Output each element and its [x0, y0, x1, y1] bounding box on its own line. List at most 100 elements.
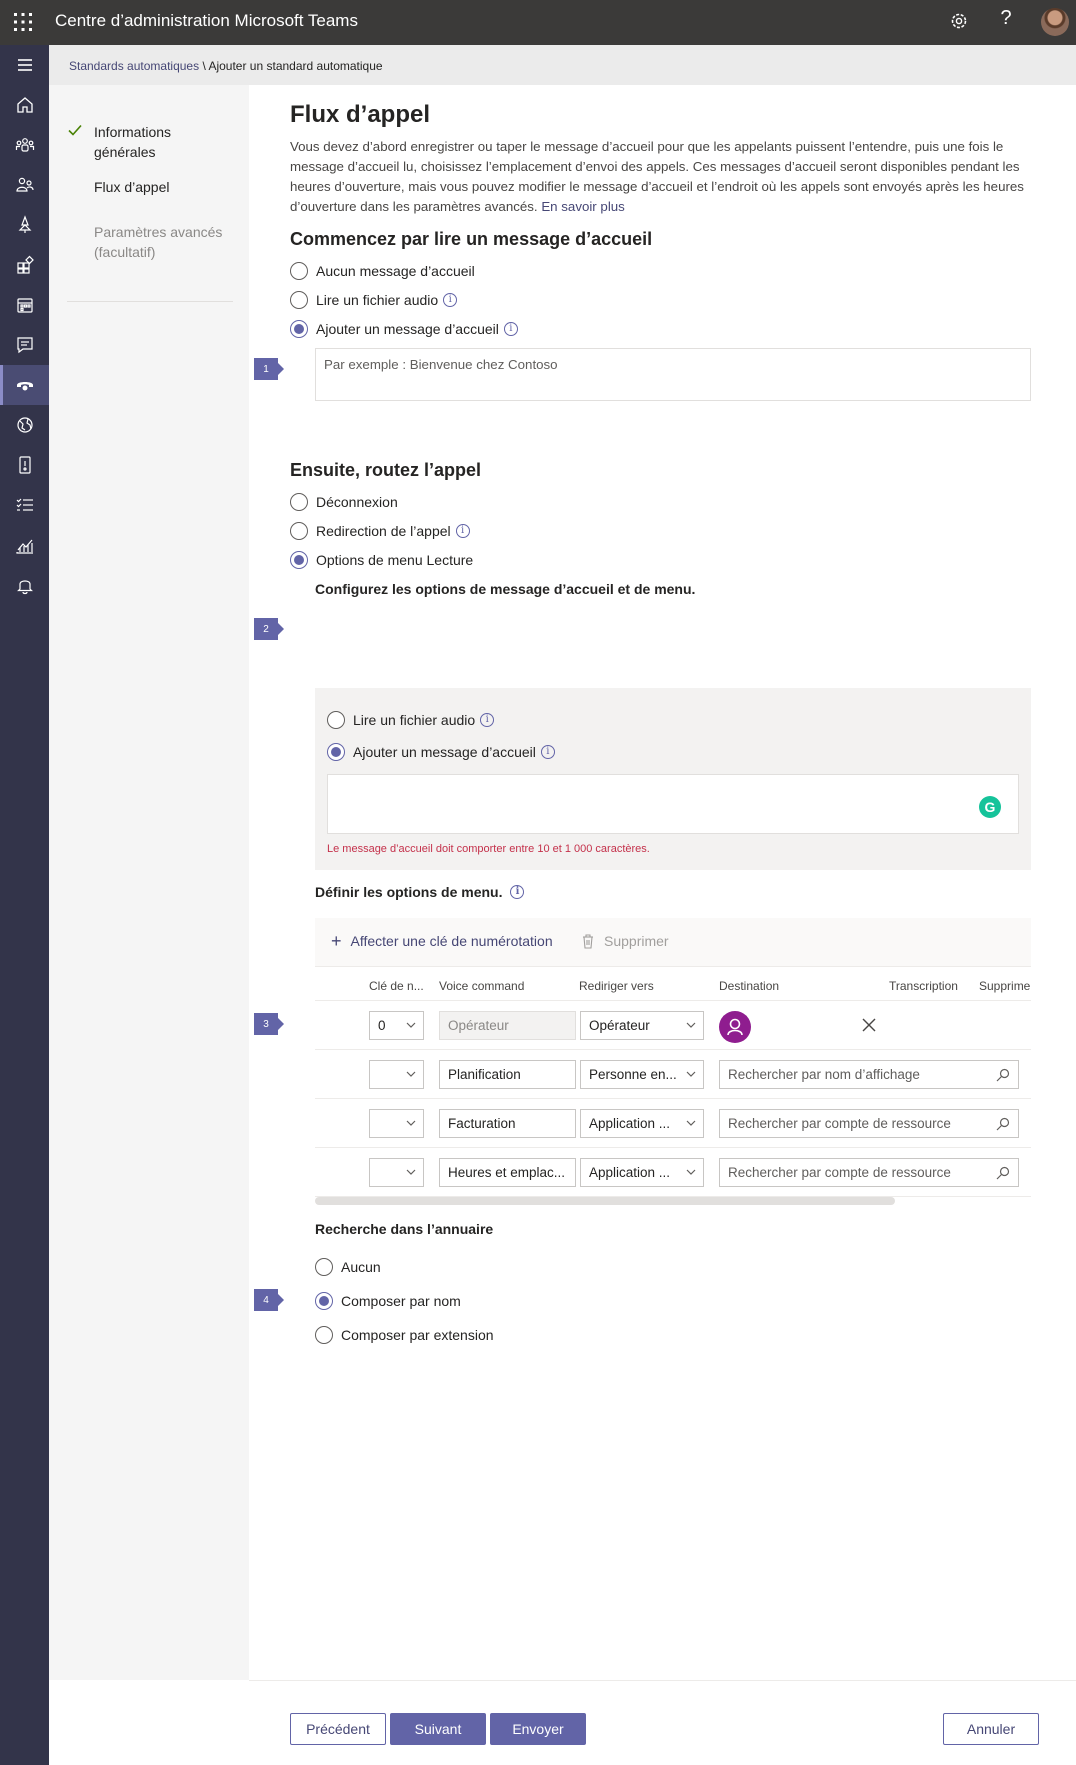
- radio-directory-none[interactable]: Aucun: [315, 1258, 381, 1276]
- meetings-icon[interactable]: [0, 285, 49, 325]
- destination-search-input[interactable]: Rechercher par compte de ressource: [719, 1109, 1019, 1138]
- info-icon[interactable]: i: [480, 713, 495, 727]
- radio-label: Options de menu Lecture: [316, 552, 474, 568]
- info-icon[interactable]: i: [510, 885, 525, 899]
- radio-menu-add-greeting[interactable]: Ajouter un message d’accueil i: [327, 743, 555, 761]
- analytics-icon[interactable]: [0, 525, 49, 565]
- step-general-info[interactable]: Informations générales: [94, 122, 234, 162]
- locations-icon[interactable]: [0, 405, 49, 445]
- radio-button[interactable]: [290, 551, 308, 569]
- deployment-icon[interactable]: [0, 205, 49, 245]
- destination-search-input[interactable]: Rechercher par nom d’affichage: [719, 1060, 1019, 1089]
- dial-key-dropdown[interactable]: 0: [369, 1011, 424, 1040]
- radio-play-audio[interactable]: Lire un fichier audio i: [290, 291, 458, 309]
- app-title: Centre d’administration Microsoft Teams: [55, 11, 358, 30]
- radio-dial-by-name[interactable]: Composer par nom: [315, 1292, 461, 1310]
- voice-command-input[interactable]: Opérateur: [439, 1011, 576, 1040]
- menu-icon[interactable]: [0, 45, 49, 85]
- radio-disconnect[interactable]: Déconnexion: [290, 493, 398, 511]
- redirect-to-dropdown[interactable]: Personne en...: [580, 1060, 704, 1089]
- menu-options-title: Définir les options de menu. i: [315, 884, 525, 900]
- menu-option-row: Facturation Application ... Rechercher p…: [315, 1099, 1031, 1148]
- info-icon[interactable]: i: [540, 745, 555, 759]
- teams-icon[interactable]: [0, 125, 49, 165]
- step-call-flow[interactable]: Flux d’appel: [94, 177, 234, 197]
- radio-menu-play-audio[interactable]: Lire un fichier audio i: [327, 711, 495, 729]
- learn-more-link[interactable]: En savoir plus: [541, 199, 625, 214]
- add-icon: +: [331, 931, 342, 951]
- column-voice-command[interactable]: Voice command: [439, 979, 524, 993]
- breadcrumb-link-standards[interactable]: Standards automatiques: [69, 59, 199, 73]
- radio-button[interactable]: [290, 493, 308, 511]
- radio-button[interactable]: [315, 1292, 333, 1310]
- step-marker-3: 3: [254, 1013, 284, 1035]
- chevron-down-icon: [406, 1071, 416, 1077]
- info-icon[interactable]: i: [455, 524, 470, 538]
- info-icon[interactable]: i: [443, 293, 458, 307]
- radio-button[interactable]: [290, 291, 308, 309]
- step-advanced-settings[interactable]: Paramètres avancés (facultatif): [94, 222, 234, 262]
- settings-gear-icon[interactable]: [948, 10, 970, 32]
- radio-play-menu-options[interactable]: Options de menu Lecture: [290, 551, 473, 569]
- breadcrumb: Standards automatiques \ Ajouter un stan…: [69, 59, 383, 73]
- voice-command-input[interactable]: Planification: [439, 1060, 576, 1089]
- dial-key-dropdown[interactable]: [369, 1109, 424, 1138]
- column-transcription[interactable]: Transcription: [889, 979, 958, 993]
- users-icon[interactable]: [0, 165, 49, 205]
- radio-no-greeting[interactable]: Aucun message d’accueil: [290, 262, 475, 280]
- radio-dial-by-extension[interactable]: Composer par extension: [315, 1326, 494, 1344]
- directory-search-title: Recherche dans l’annuaire: [315, 1221, 494, 1237]
- radio-button[interactable]: [290, 320, 308, 338]
- grammarly-icon[interactable]: G: [979, 796, 1001, 818]
- column-dial-key[interactable]: Clé de n...: [369, 979, 424, 993]
- policy-packages-icon[interactable]: [0, 445, 49, 485]
- horizontal-scrollbar[interactable]: [315, 1197, 895, 1205]
- dial-key-dropdown[interactable]: [369, 1060, 424, 1089]
- info-icon[interactable]: i: [503, 322, 518, 336]
- radio-label: Aucun: [341, 1259, 381, 1275]
- notifications-icon[interactable]: [0, 565, 49, 605]
- checkmark-icon: [68, 124, 82, 136]
- voice-command-input[interactable]: Facturation: [439, 1109, 576, 1138]
- radio-button[interactable]: [327, 711, 345, 729]
- apps-icon[interactable]: [0, 245, 49, 285]
- radio-button[interactable]: [290, 522, 308, 540]
- radio-button[interactable]: [327, 743, 345, 761]
- next-button[interactable]: Suivant: [390, 1713, 486, 1745]
- chevron-down-icon: [686, 1169, 696, 1175]
- greeting-error-message: Le message d’accueil doit comporter entr…: [327, 843, 650, 855]
- home-icon[interactable]: [0, 85, 49, 125]
- voice-command-input[interactable]: Heures et emplac...: [439, 1158, 576, 1187]
- trash-icon: [583, 934, 593, 949]
- assign-dial-key-button[interactable]: + Affecter une clé de numérotation: [331, 931, 553, 951]
- submit-button[interactable]: Envoyer: [490, 1713, 586, 1745]
- previous-button[interactable]: Précédent: [290, 1713, 386, 1745]
- radio-add-greeting[interactable]: Ajouter un message d’accueil i: [290, 320, 518, 338]
- close-icon[interactable]: [859, 1015, 879, 1035]
- destination-placeholder: Rechercher par compte de ressource: [728, 1165, 951, 1180]
- greeting-message-textarea[interactable]: Par exemple : Bienvenue chez Contoso: [315, 348, 1031, 401]
- dial-key-dropdown[interactable]: [369, 1158, 424, 1187]
- radio-redirect-call[interactable]: Redirection de l’appel i: [290, 522, 470, 540]
- planning-icon[interactable]: [0, 485, 49, 525]
- column-redirect-to[interactable]: Rediriger vers: [579, 979, 654, 993]
- destination-search-input[interactable]: Rechercher par compte de ressource: [719, 1158, 1019, 1187]
- help-icon[interactable]: ?: [996, 7, 1016, 30]
- radio-button[interactable]: [315, 1258, 333, 1276]
- radio-button[interactable]: [290, 262, 308, 280]
- redirect-to-dropdown[interactable]: Opérateur: [580, 1011, 704, 1040]
- redirect-to-dropdown[interactable]: Application ...: [580, 1109, 704, 1138]
- delete-button[interactable]: Supprimer: [581, 933, 669, 949]
- cancel-button[interactable]: Annuler: [943, 1713, 1039, 1745]
- radio-button[interactable]: [315, 1326, 333, 1344]
- menu-options-title-text: Définir les options de menu.: [315, 884, 503, 900]
- user-avatar[interactable]: [1041, 8, 1069, 36]
- column-destination[interactable]: Destination: [719, 979, 779, 993]
- voice-icon[interactable]: [0, 365, 49, 405]
- steps-divider: [67, 301, 233, 302]
- redirect-to-dropdown[interactable]: Application ...: [580, 1158, 704, 1187]
- app-launcher-icon[interactable]: [12, 11, 34, 33]
- menu-greeting-textarea[interactable]: [327, 774, 1019, 834]
- messaging-icon[interactable]: [0, 325, 49, 365]
- column-delete[interactable]: Supprime: [979, 979, 1030, 993]
